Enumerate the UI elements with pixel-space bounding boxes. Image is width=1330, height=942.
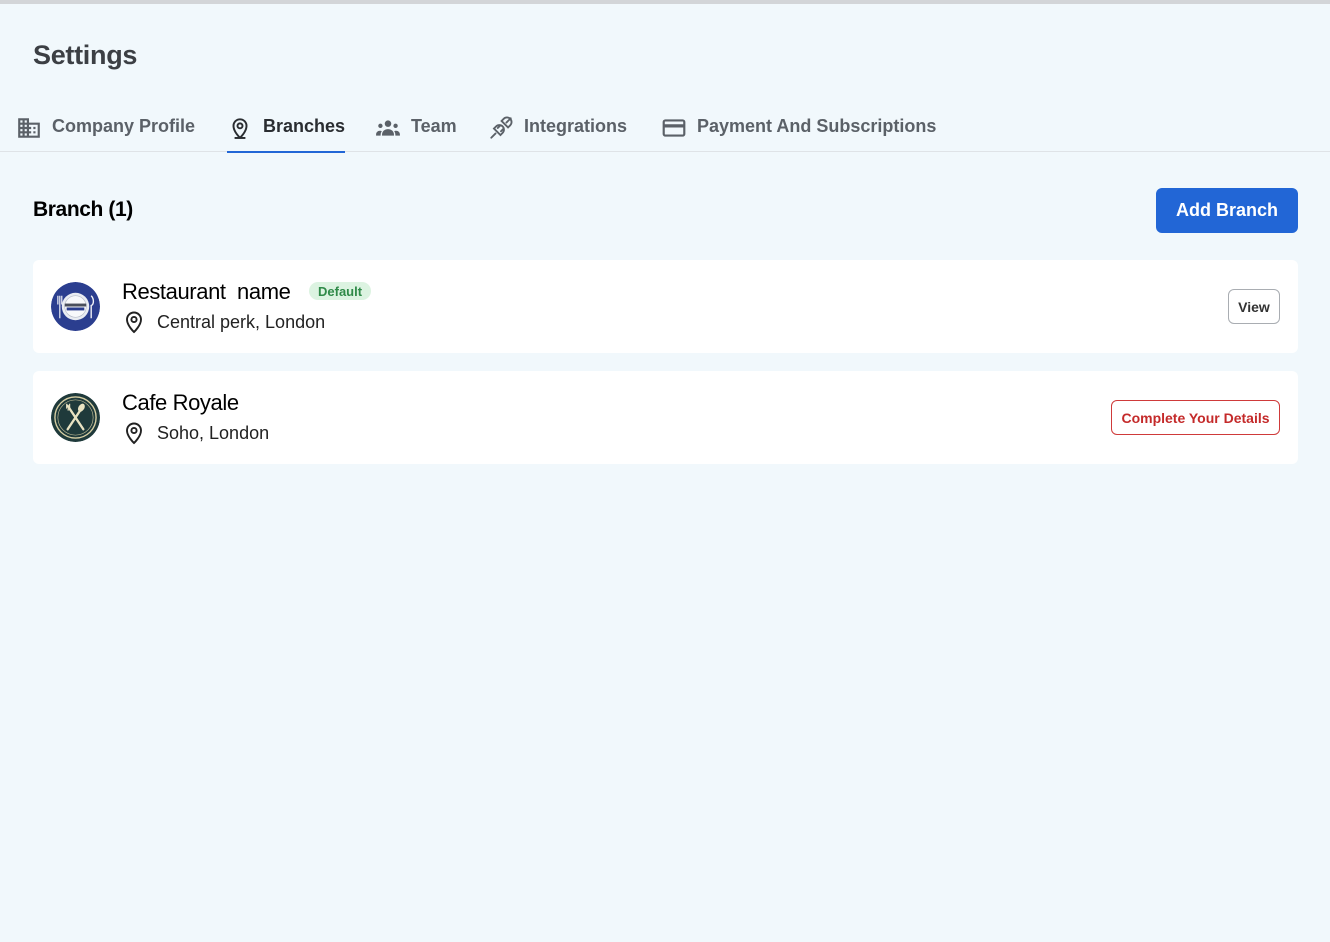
default-badge: Default xyxy=(309,282,372,300)
cafe-logo xyxy=(51,393,100,442)
tab-label: Branches xyxy=(263,116,346,136)
restaurant-logo xyxy=(51,282,100,331)
complete-details-button[interactable]: Complete Your Details xyxy=(1111,400,1280,435)
location-text: Central perk, London xyxy=(157,311,326,332)
top-border xyxy=(0,0,1330,4)
branch-location: Central perk, London xyxy=(123,310,325,334)
location-pin-icon xyxy=(227,115,253,141)
page-title: Settings xyxy=(33,40,138,70)
building-icon xyxy=(16,115,42,141)
branch-card: Restaurant name Default Central perk, Lo… xyxy=(33,260,1298,353)
location-pin-icon xyxy=(123,310,145,334)
branch-name: Restaurant name xyxy=(122,279,291,304)
tab-label: Payment And Subscriptions xyxy=(697,116,937,136)
tab-company-profile[interactable]: Company Profile xyxy=(16,116,195,152)
team-icon xyxy=(375,115,401,141)
credit-card-icon xyxy=(661,115,687,141)
branch-location: Soho, London xyxy=(123,421,269,445)
view-button[interactable]: View xyxy=(1228,289,1280,324)
branch-card: Cafe Royale Soho, London Complete Your D… xyxy=(33,371,1298,464)
tab-team[interactable]: Team xyxy=(375,116,457,152)
tab-integrations[interactable]: Integrations xyxy=(488,116,627,152)
branch-name: Cafe Royale xyxy=(122,390,239,415)
location-pin-icon xyxy=(123,421,145,445)
tab-payment[interactable]: Payment And Subscriptions xyxy=(661,116,936,152)
add-branch-button[interactable]: Add Branch xyxy=(1156,188,1298,233)
tab-label: Integrations xyxy=(524,116,628,136)
plug-icon xyxy=(488,115,514,141)
settings-tabs: Company Profile Branches Team Integratio… xyxy=(0,108,1330,153)
branch-count-heading: Branch (1) xyxy=(33,198,133,221)
location-text: Soho, London xyxy=(157,422,270,443)
tab-branches[interactable]: Branches xyxy=(227,115,346,153)
tab-label: Company Profile xyxy=(52,116,196,136)
tab-label: Team xyxy=(411,116,457,136)
